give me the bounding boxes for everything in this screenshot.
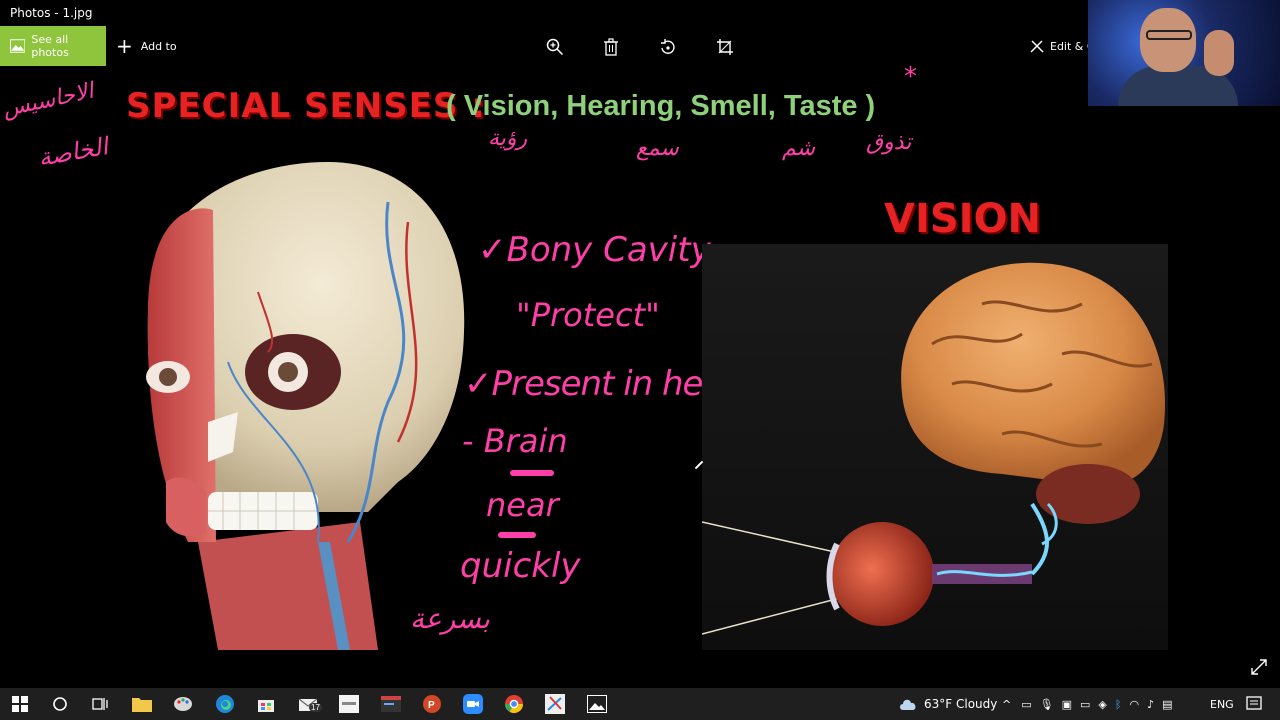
edit-icon: [1030, 40, 1044, 53]
network-adapter-icon[interactable]: ▭: [1021, 698, 1031, 711]
crop-icon: [717, 39, 733, 55]
task-view-button[interactable]: [89, 693, 111, 715]
palette-icon: [174, 697, 192, 711]
annotation-arabic-left-1: الاحاسيس: [0, 78, 96, 123]
skull-anatomy-image: [128, 162, 468, 650]
file-explorer-button[interactable]: [131, 693, 153, 715]
photos-icon: [587, 695, 607, 713]
annotation-arabic-vision: رؤية: [488, 126, 528, 151]
powerpoint-icon: P: [423, 695, 441, 713]
edit-create-button[interactable]: Edit & C: [1030, 26, 1095, 66]
video-camera-icon: [463, 694, 483, 714]
annotation-arabic-hearing: سمع: [636, 136, 679, 161]
search-circle-icon: [53, 697, 67, 711]
snipping-tool-button[interactable]: [544, 693, 566, 715]
delete-button[interactable]: [600, 36, 622, 58]
keyboard-icon[interactable]: ▤: [1162, 698, 1172, 711]
microphone-icon[interactable]: 🎙: [1040, 698, 1054, 711]
gallery-icon: [10, 39, 26, 53]
annotation-star: *: [904, 62, 917, 92]
annotation-underline-near: [498, 532, 536, 538]
language-label: ENG: [1210, 697, 1234, 711]
start-button[interactable]: [9, 693, 31, 715]
chrome-icon: [505, 695, 523, 714]
photo-viewer-canvas: SPECIAL SENSES : ( Vision, Hearing, Smel…: [0, 62, 1280, 688]
annotation-arabic-quickly: بسرعة: [410, 602, 490, 635]
annotation-bony-cavity: ✓Bony Cavity: [478, 230, 711, 270]
zoom-button[interactable]: [544, 36, 566, 58]
cloud-icon: [900, 699, 916, 710]
windows-taskbar: 17 P 63°F Cloudy ^ ▭ 🎙 ▣ ▭ ◈ ᛒ ◠ ♪ ▤ ENG: [0, 688, 1280, 720]
trash-icon: [604, 38, 618, 56]
rotate-button[interactable]: [657, 36, 679, 58]
add-to-button[interactable]: + Add to: [116, 26, 177, 66]
annotation-arabic-left-2: الخاصة: [36, 132, 110, 172]
mail-button[interactable]: 17: [297, 693, 322, 715]
svg-text:P: P: [428, 700, 435, 711]
annotation-brain: - Brain: [462, 422, 568, 460]
chrome-button[interactable]: [503, 693, 525, 715]
see-all-photos-button[interactable]: See all photos: [0, 26, 106, 66]
annotation-arabic-taste: تذوق: [866, 130, 912, 155]
presenter-webcam: [1088, 0, 1280, 106]
terminal-icon: [381, 696, 401, 712]
vision-title: VISION: [884, 196, 1042, 242]
notifications-button[interactable]: [1243, 693, 1265, 715]
annotation-quickly: quickly: [460, 546, 581, 586]
window-title: Photos - 1.jpg: [10, 6, 93, 20]
expand-icon: [1251, 659, 1267, 675]
language-indicator[interactable]: ENG: [1210, 688, 1234, 720]
chevron-up-icon[interactable]: ^: [1002, 698, 1011, 711]
weather-widget[interactable]: 63°F Cloudy: [898, 688, 997, 720]
crop-button[interactable]: [714, 36, 736, 58]
edge-icon: [216, 695, 234, 713]
annotation-underline-brain: [510, 470, 554, 476]
slide-heading-senses-list: ( Vision, Hearing, Smell, Taste ): [446, 90, 876, 122]
weather-label: 63°F Cloudy: [924, 697, 998, 711]
wifi-icon[interactable]: ◠: [1129, 698, 1139, 711]
plus-icon: +: [116, 34, 133, 58]
store-bag-icon: [258, 700, 274, 712]
annotation-protect: "Protect": [516, 296, 660, 334]
zoom-in-icon: [546, 38, 564, 56]
pinned-app-button-2[interactable]: [380, 693, 402, 715]
mail-badge: 17: [309, 703, 322, 712]
app-window-icon: [339, 695, 359, 713]
slide-heading-special-senses: SPECIAL SENSES :: [126, 86, 486, 126]
folder-icon: [132, 698, 152, 712]
camera-app-icon[interactable]: ▣: [1062, 698, 1072, 711]
system-tray: ^ ▭ 🎙 ▣ ▭ ◈ ᛒ ◠ ♪ ▤: [1002, 688, 1183, 720]
edge-browser-button[interactable]: [214, 693, 236, 715]
zoom-app-button[interactable]: [462, 693, 484, 715]
annotation-arabic-smell: شم: [782, 136, 816, 161]
security-shield-icon[interactable]: ◈: [1098, 698, 1106, 711]
add-to-label: Add to: [140, 39, 177, 53]
search-button[interactable]: [49, 693, 71, 715]
rotate-icon: [661, 39, 675, 54]
notification-icon: [1246, 696, 1262, 710]
windows-logo-icon: [12, 696, 28, 712]
see-all-photos-label: See all photos: [31, 33, 69, 59]
pinned-app-button-1[interactable]: [338, 693, 360, 715]
photos-app-button[interactable]: [586, 693, 608, 715]
annotation-near: near: [486, 486, 559, 524]
paint-app-button[interactable]: [172, 693, 194, 715]
powerpoint-button[interactable]: P: [421, 693, 443, 715]
brain-eye-image: [702, 244, 1168, 650]
bluetooth-icon[interactable]: ᛒ: [1115, 698, 1122, 711]
fullscreen-button[interactable]: [1250, 658, 1270, 678]
battery-icon[interactable]: ▭: [1080, 698, 1090, 711]
snip-icon: [545, 694, 565, 714]
volume-icon[interactable]: ♪: [1147, 698, 1154, 711]
store-button[interactable]: [255, 693, 277, 715]
task-view-icon: [92, 698, 108, 710]
